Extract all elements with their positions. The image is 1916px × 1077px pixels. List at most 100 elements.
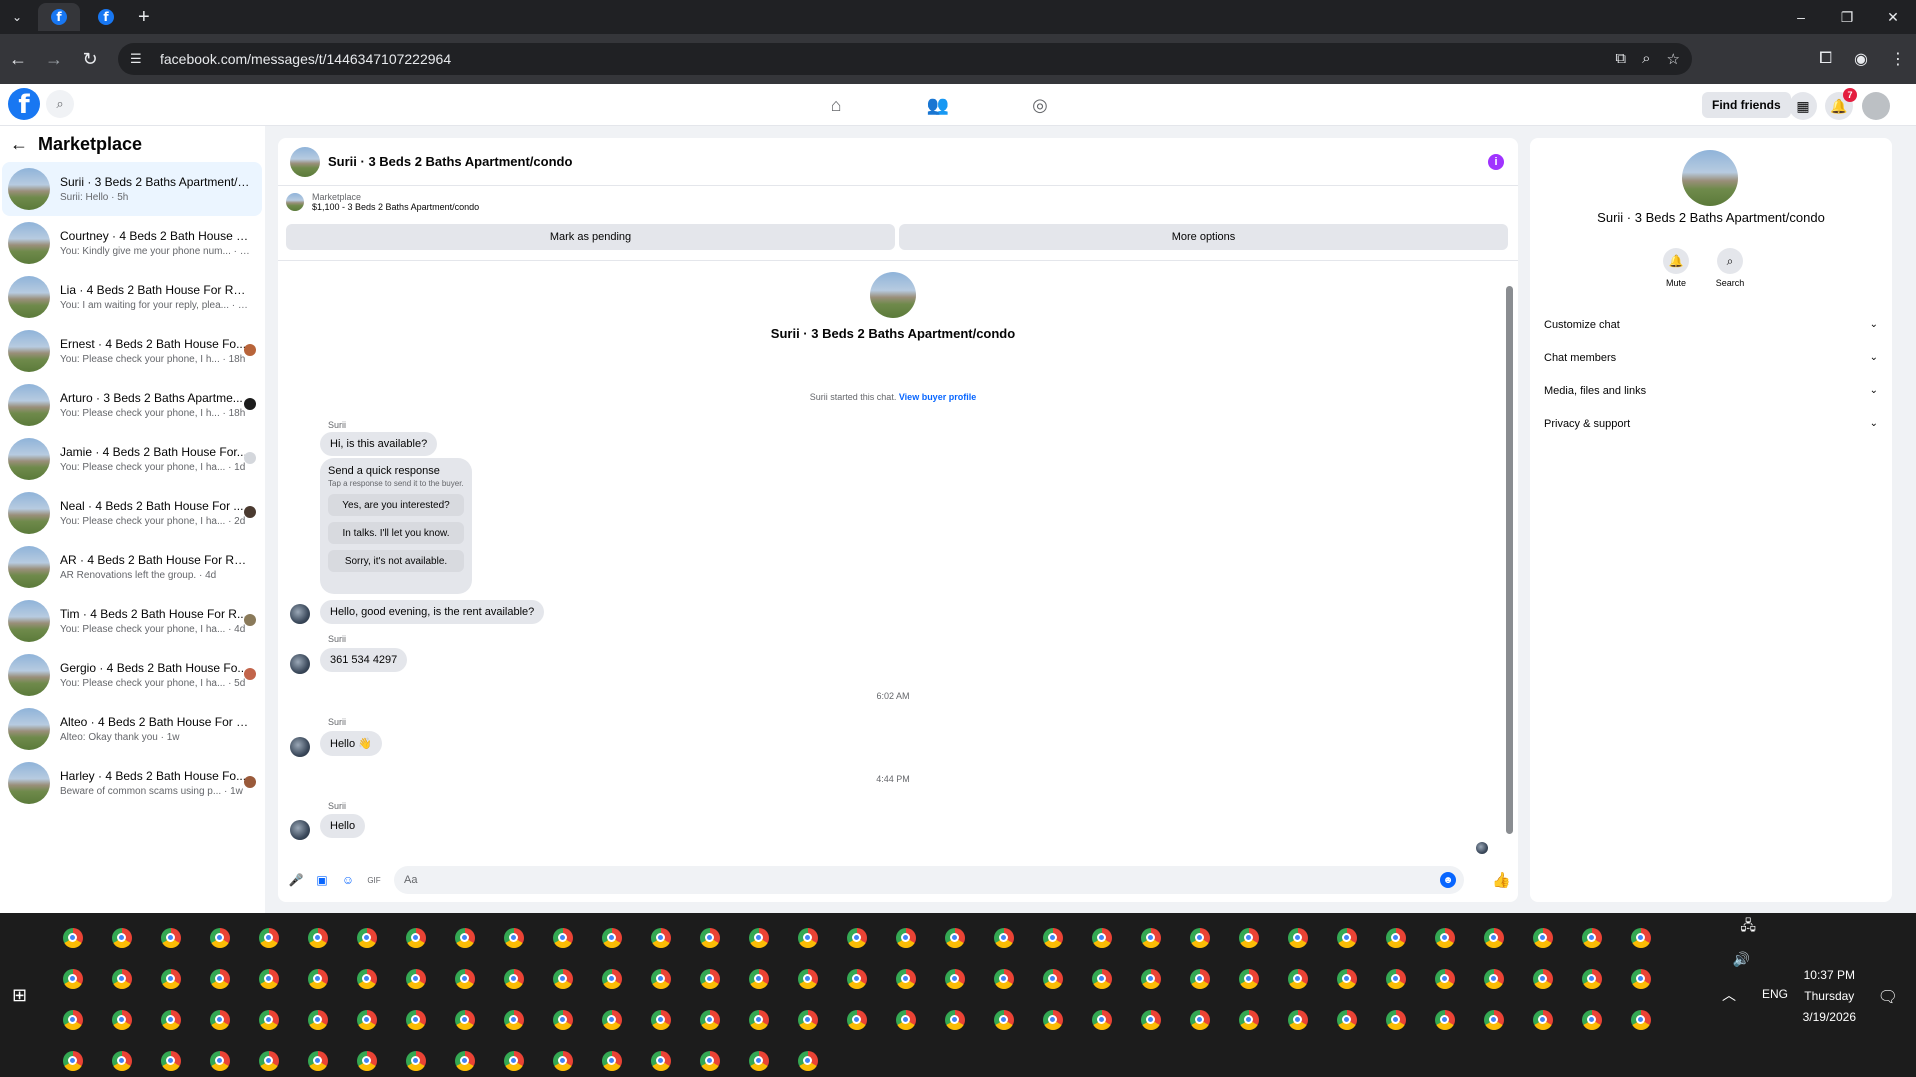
taskbar-chrome-icon[interactable] [195,999,244,1040]
taskbar-chrome-icon[interactable] [1077,999,1126,1040]
taskbar-chrome-icon[interactable] [685,917,734,958]
taskbar-chrome-icon[interactable] [1420,999,1469,1040]
taskbar-chrome-icon[interactable] [342,917,391,958]
taskbar-chrome-icon[interactable] [97,999,146,1040]
taskbar-chrome-icon[interactable] [685,958,734,999]
taskbar-chrome-icon[interactable] [832,917,881,958]
taskbar-chrome-icon[interactable] [1469,958,1518,999]
taskbar-chrome-icon[interactable] [1224,958,1273,999]
taskbar-chrome-icon[interactable] [587,1040,636,1077]
conversation-item[interactable]: AR · 4 Beds 2 Bath House For Rent AR Reno… [2,540,262,594]
taskbar-chrome-icon[interactable] [930,958,979,999]
notifications-icon[interactable]: 🔔 7 [1825,88,1857,120]
gif-icon[interactable]: GIF [366,872,382,888]
sender-avatar[interactable] [290,820,310,840]
taskbar-chrome-icon[interactable] [1371,958,1420,999]
taskbar-chrome-icon[interactable] [195,1040,244,1077]
forward-icon[interactable]: → [36,49,72,70]
taskbar-chrome-icon[interactable] [293,917,342,958]
conversation-item[interactable]: Courtney · 4 Beds 2 Bath House Fo... You:… [2,216,262,270]
taskbar-chrome-icon[interactable] [1469,917,1518,958]
taskbar-chrome-icon[interactable] [244,958,293,999]
taskbar-chrome-icon[interactable] [146,999,195,1040]
taskbar-chrome-icon[interactable] [832,958,881,999]
taskbar-chrome-icon[interactable] [244,1040,293,1077]
taskbar-chrome-icon[interactable] [734,958,783,999]
taskbar-chrome-icon[interactable] [97,917,146,958]
mute-button[interactable]: 🔔 Mute [1662,248,1690,288]
taskbar-chrome-icon[interactable] [489,917,538,958]
taskbar-chrome-icon[interactable] [979,958,1028,999]
taskbar-chrome-icon[interactable] [391,917,440,958]
new-tab-button[interactable]: + [138,6,150,29]
taskbar-chrome-icon[interactable] [538,1040,587,1077]
taskbar-chrome-icon[interactable] [881,917,930,958]
emoji-icon[interactable]: ☻ [1440,872,1456,888]
taskbar-chrome-icon[interactable] [587,917,636,958]
listing-summary[interactable]: Marketplace $1,100 - 3 Beds 2 Baths Apar… [286,192,479,212]
conversation-item[interactable]: Jamie · 4 Beds 2 Bath House For... You: P… [2,432,262,486]
taskbar-chrome-icon[interactable] [783,999,832,1040]
home-icon[interactable]: ⌂ [820,90,852,120]
taskbar-chrome-icon[interactable] [1126,917,1175,958]
taskbar-chrome-icon[interactable] [1616,999,1665,1040]
quick-response-option[interactable]: Sorry, it's not available. [328,550,464,572]
taskbar-chrome-icon[interactable] [1126,999,1175,1040]
taskbar-chrome-icon[interactable] [1224,917,1273,958]
taskbar-chrome-icon[interactable] [1567,999,1616,1040]
message-bubble[interactable]: Hello, good evening, is the rent availab… [320,600,545,624]
taskbar-chrome-icon[interactable] [1616,958,1665,999]
more-options-button[interactable]: More options [899,224,1508,250]
taskbar-chrome-icon[interactable] [1469,999,1518,1040]
taskbar-chrome-icon[interactable] [881,999,930,1040]
taskbar-chrome-icon[interactable] [1224,999,1273,1040]
conversation-item[interactable]: Harley · 4 Beds 2 Bath House Fo... Beware… [2,756,262,810]
taskbar-chrome-icon[interactable] [636,917,685,958]
menu-grid-icon[interactable]: ▦ [1789,92,1817,120]
message-bubble[interactable]: Hello [320,814,366,838]
taskbar-chrome-icon[interactable] [1371,999,1420,1040]
taskbar-chrome-icon[interactable] [1273,958,1322,999]
chat-scrollbar[interactable] [1504,268,1514,850]
taskbar-chrome-icon[interactable] [48,1040,97,1077]
restore-icon[interactable]: ❐ [1824,9,1870,26]
taskbar-chrome-icon[interactable] [538,958,587,999]
taskbar-chrome-icon[interactable] [1126,958,1175,999]
mark-as-pending-button[interactable]: Mark as pending [286,224,895,250]
customize-chat-row[interactable]: Customize chat ⌄ [1538,308,1884,341]
taskbar-chrome-icon[interactable] [1028,917,1077,958]
reload-icon[interactable]: ↻ [72,49,108,70]
taskbar-chrome-icon[interactable] [1518,917,1567,958]
sender-avatar[interactable] [290,737,310,757]
network-icon[interactable]: 🖧 [1740,915,1756,939]
back-icon[interactable]: ← [0,49,36,70]
quick-response-option[interactable]: Yes, are you interested? [328,494,464,516]
conversation-item[interactable]: Lia · 4 Beds 2 Bath House For Rent You: I… [2,270,262,324]
taskbar-chrome-icon[interactable] [783,917,832,958]
minimize-icon[interactable]: – [1778,9,1824,25]
taskbar-chrome-icon[interactable] [293,1040,342,1077]
conversation-item[interactable]: Neal · 4 Beds 2 Bath House For ... You: P… [2,486,262,540]
taskbar-chrome-icon[interactable] [48,917,97,958]
taskbar-chrome-icon[interactable] [1420,917,1469,958]
taskbar-chrome-icon[interactable] [1322,958,1371,999]
message-input[interactable]: Aa ☻ [394,866,1464,894]
conversation-item[interactable]: Ernest · 4 Beds 2 Bath House Fo... You: P… [2,324,262,378]
taskbar-chrome-icon[interactable] [881,958,930,999]
taskbar-chrome-icon[interactable] [1371,917,1420,958]
taskbar-chrome-icon[interactable] [1273,917,1322,958]
taskbar-chrome-icon[interactable] [342,999,391,1040]
taskbar-chrome-icon[interactable] [636,958,685,999]
bookmark-star-icon[interactable]: ☆ [1667,50,1680,68]
account-avatar[interactable] [1862,92,1890,120]
taskbar-chrome-icon[interactable] [1567,958,1616,999]
view-buyer-profile-link[interactable]: View buyer profile [899,392,976,402]
sender-avatar[interactable] [290,654,310,674]
sender-avatar[interactable] [290,604,310,624]
taskbar-chrome-icon[interactable] [1616,917,1665,958]
taskbar-chrome-icon[interactable] [440,999,489,1040]
taskbar-chrome-icon[interactable] [587,999,636,1040]
taskbar-chrome-icon[interactable] [1028,958,1077,999]
action-center-icon[interactable]: 🗨 [1878,987,1898,1007]
back-arrow-icon[interactable]: ← [10,134,28,155]
